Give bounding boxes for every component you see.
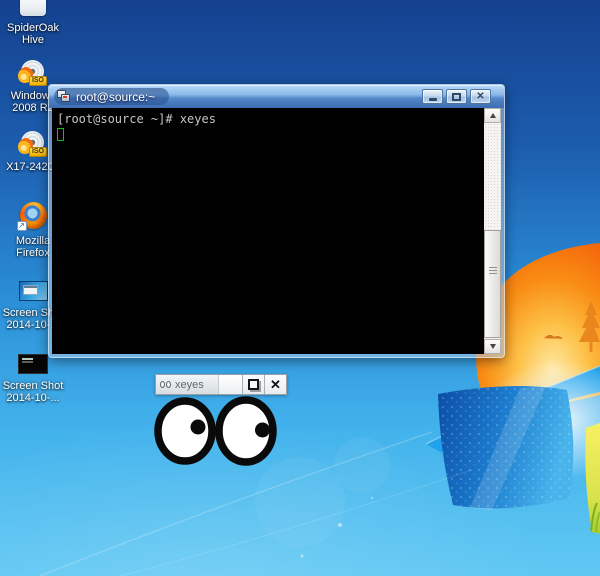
icon-label: Screen Shot 2014-10-... xyxy=(3,380,64,404)
iso-badge: ISO xyxy=(29,147,47,157)
close-icon: ✕ xyxy=(476,91,484,102)
shortcut-arrow-icon: ↗ xyxy=(17,221,27,231)
minimize-button[interactable] xyxy=(422,89,443,104)
left-pupil xyxy=(191,420,206,435)
right-pupil xyxy=(255,423,270,438)
terminal-title-pill: root@source:~ xyxy=(54,88,169,105)
xeyes-maximize-button[interactable] xyxy=(242,375,264,394)
terminal-window: root@source:~ ✕ [root@source ~]# xeyes xyxy=(48,84,505,358)
xeyes-eyes xyxy=(150,393,280,468)
xeyes-close-button[interactable]: ✕ xyxy=(264,375,286,394)
maximize-icon xyxy=(248,379,259,390)
terminal-title: root@source:~ xyxy=(76,90,155,104)
xeyes-title: xeyes xyxy=(175,379,204,391)
icon-label: SpiderOak Hive xyxy=(7,22,59,46)
minimize-icon xyxy=(429,98,437,101)
xeyes-icon xyxy=(160,381,171,388)
terminal-scrollbar[interactable] xyxy=(484,108,501,354)
iso-disc-icon: ISO xyxy=(20,131,46,155)
iso-badge: ISO xyxy=(29,76,47,86)
maximize-button[interactable] xyxy=(446,89,467,104)
spideroak-hive-icon xyxy=(20,0,46,16)
desktop-icon-spideroak-hive[interactable]: SpiderOak Hive xyxy=(0,0,66,46)
desktop[interactable]: SpiderOak Hive ISO Windows 2008 R2 ISO X… xyxy=(0,0,600,576)
screenshot-thumbnail-icon xyxy=(19,281,48,301)
xeyes-titlebar-spacer xyxy=(218,375,242,394)
putty-icon xyxy=(57,90,71,103)
terminal-titlebar[interactable]: root@source:~ ✕ xyxy=(49,85,504,108)
scroll-up-button[interactable] xyxy=(484,108,501,123)
scroll-down-icon xyxy=(490,344,496,349)
scroll-up-icon xyxy=(490,113,496,118)
scrollbar-grip-icon xyxy=(489,267,497,276)
terminal-cursor xyxy=(57,128,64,141)
terminal-prompt-line: [root@source ~]# xeyes xyxy=(57,112,216,127)
scrollbar-thumb[interactable] xyxy=(484,230,501,338)
iso-disc-icon: ISO xyxy=(20,60,46,84)
screenshot-thumbnail-icon xyxy=(18,354,48,374)
xeyes-titlebar[interactable]: xeyes ✕ xyxy=(155,374,287,395)
close-button[interactable]: ✕ xyxy=(470,89,491,104)
maximize-icon xyxy=(452,93,461,101)
terminal-screen[interactable]: [root@source ~]# xeyes xyxy=(52,108,501,354)
desktop-icon-screenshot-2[interactable]: Screen Shot 2014-10-... xyxy=(0,354,66,404)
close-icon: ✕ xyxy=(270,378,281,391)
scroll-down-button[interactable] xyxy=(484,339,501,354)
firefox-icon: ↗ xyxy=(20,202,47,229)
icon-label: Mozilla Firefox xyxy=(16,235,50,259)
